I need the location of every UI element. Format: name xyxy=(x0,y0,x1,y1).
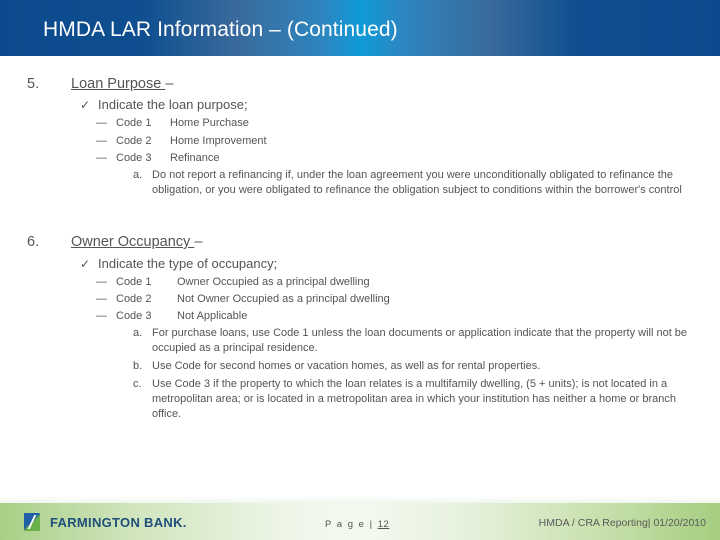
code-description: Home Purchase xyxy=(170,117,249,129)
note-item: b. Use Code for second homes or vacation… xyxy=(133,359,693,374)
dash-bullet-icon: — xyxy=(96,135,107,147)
section-title-dash: – xyxy=(165,76,174,92)
note-label: b. xyxy=(133,360,143,372)
note-item: c. Use Code 3 if the property to which t… xyxy=(133,377,693,422)
dash-bullet-icon: — xyxy=(96,152,107,164)
note-label: a. xyxy=(133,169,143,181)
instruction: ✓ Indicate the type of occupancy; xyxy=(80,256,277,271)
instruction: ✓ Indicate the loan purpose; xyxy=(80,97,248,112)
code-label: Code 1 xyxy=(116,117,152,129)
code-item: — Code 3 Refinance xyxy=(96,152,220,167)
code-item: — Code 2 Home Improvement xyxy=(96,135,267,150)
section-heading: 5. Loan Purpose – xyxy=(27,76,173,92)
section-title: Owner Occupancy xyxy=(71,234,195,250)
code-description: Not Owner Occupied as a principal dwelli… xyxy=(177,293,390,305)
dash-bullet-icon: — xyxy=(96,276,107,288)
code-label: Code 3 xyxy=(116,310,152,322)
dash-bullet-icon: — xyxy=(96,293,107,305)
note-text: Use Code for second homes or vacation ho… xyxy=(152,360,541,372)
footer-report-info: HMDA / CRA Reporting| 01/20/2010 xyxy=(538,517,706,529)
farmington-bank-logo: FARMINGTON BANK. xyxy=(24,513,187,531)
instruction-text: Indicate the type of occupancy; xyxy=(98,256,278,271)
section-number: 5. xyxy=(27,76,40,92)
note-label: a. xyxy=(133,327,143,339)
section-title-dash: – xyxy=(194,234,203,250)
section-title: Loan Purpose xyxy=(71,76,166,92)
checkmark-icon: ✓ xyxy=(80,257,91,271)
code-label: Code 3 xyxy=(116,152,152,164)
code-item: — Code 2 Not Owner Occupied as a principal… xyxy=(96,293,390,308)
code-description: Not Applicable xyxy=(177,310,248,322)
code-item: — Code 1 Home Purchase xyxy=(96,117,249,132)
section-heading: 6. Owner Occupancy – xyxy=(27,234,202,250)
note-text: For purchase loans, use Code 1 unless th… xyxy=(152,327,688,354)
note-label: c. xyxy=(133,378,142,390)
note-item: a. Do not report a refinancing if, under… xyxy=(133,168,693,198)
page-label: P a g e | xyxy=(325,519,378,530)
code-description: Refinance xyxy=(170,152,220,164)
note-item: a. For purchase loans, use Code 1 unless… xyxy=(133,326,693,356)
bank-logo-icon xyxy=(24,513,40,531)
instruction-text: Indicate the loan purpose; xyxy=(98,97,248,112)
note-text: Use Code 3 if the property to which the … xyxy=(152,378,677,420)
code-description: Owner Occupied as a principal dwelling xyxy=(177,276,370,288)
logo-text: FARMINGTON BANK. xyxy=(50,514,187,530)
code-label: Code 2 xyxy=(116,293,152,305)
section-number: 6. xyxy=(27,234,40,250)
slide-title: HMDA LAR Information – (Continued) xyxy=(43,18,398,41)
code-item: — Code 1 Owner Occupied as a principal dwe… xyxy=(96,276,370,291)
code-item: — Code 3 Not Applicable xyxy=(96,310,247,325)
title-banner: HMDA LAR Information – (Continued) xyxy=(0,0,720,56)
dash-bullet-icon: — xyxy=(96,117,107,129)
dash-bullet-icon: — xyxy=(96,310,107,322)
code-description: Home Improvement xyxy=(170,135,267,147)
code-label: Code 1 xyxy=(116,276,152,288)
page-indicator: P a g e | 12 xyxy=(325,519,389,530)
note-text: Do not report a refinancing if, under th… xyxy=(152,169,682,196)
checkmark-icon: ✓ xyxy=(80,98,91,112)
page-number: 12 xyxy=(377,519,390,530)
code-label: Code 2 xyxy=(116,135,152,147)
